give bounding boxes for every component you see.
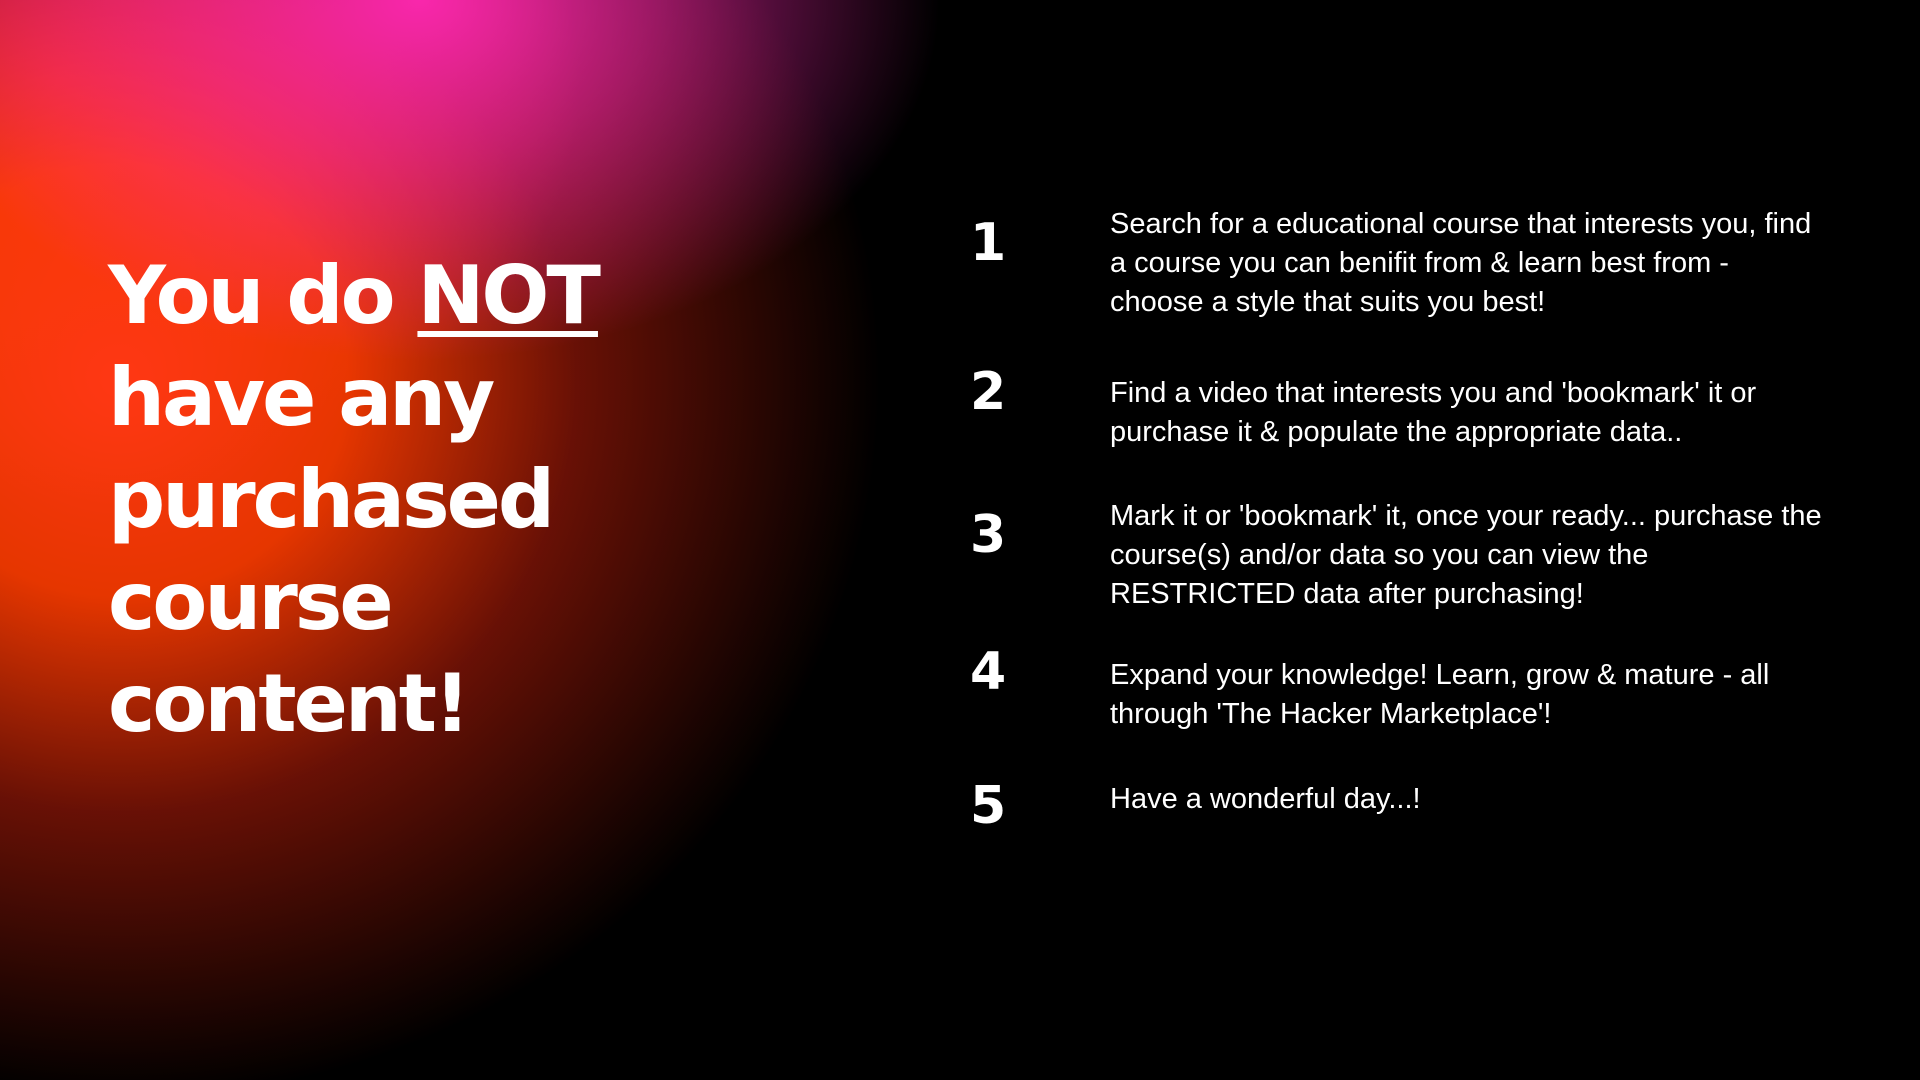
step-text: Find a video that interests you and 'boo… [1110,377,1757,448]
headline-emphasis: NOT [417,249,601,342]
headline-line-4: course [108,555,394,648]
step-text: Expand your knowledge! Learn, grow & mat… [1110,659,1770,730]
headline-line-5: content! [108,657,471,750]
no-content-headline: You do NOT have any purchased course con… [108,245,748,755]
headline-line-1: You do NOT [108,245,748,347]
step-text: Have a wonderful day...! [1110,783,1421,815]
step-number: 2 [970,362,1007,422]
step-text: Mark it or 'bookmark' it, once your read… [1110,500,1822,610]
step-number: 3 [970,505,1007,565]
headline-line-2: have any [108,351,495,444]
empty-state-slide: You do NOT have any purchased course con… [0,0,1920,1080]
step-number: 4 [970,642,1007,702]
step-text: Search for a educational course that int… [1110,208,1812,318]
step-number: 1 [970,213,1007,273]
headline-line-3: purchased [108,453,555,546]
step-number: 5 [970,776,1007,836]
headline-prefix: You do [108,249,418,342]
